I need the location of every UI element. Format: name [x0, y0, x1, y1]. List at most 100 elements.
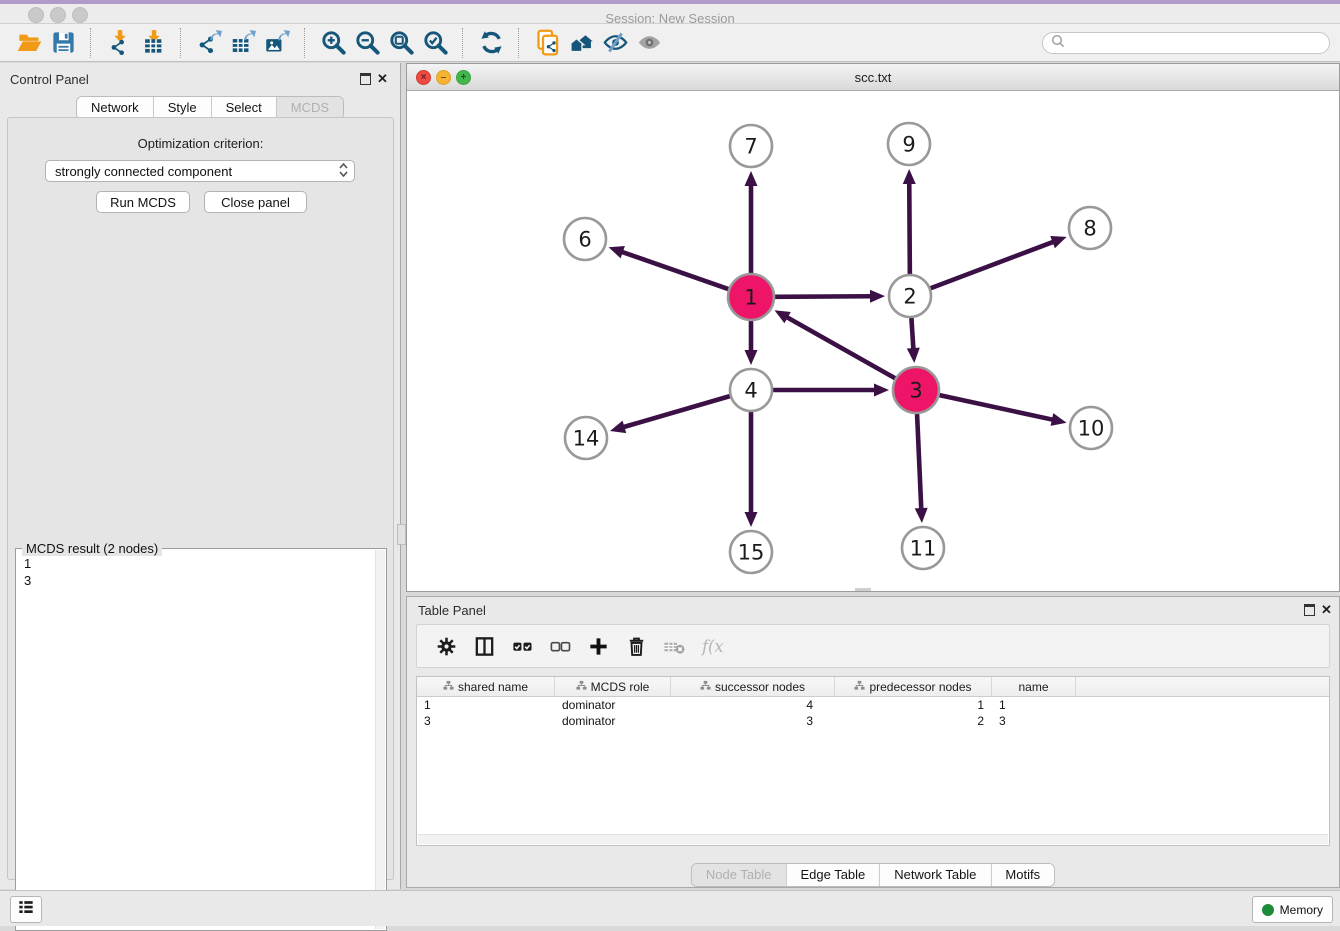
task-history-button[interactable] [10, 896, 42, 923]
table-cell[interactable]: 3 [671, 714, 835, 728]
panel-splitter-handle[interactable] [397, 524, 406, 545]
criterion-select[interactable]: strongly connected component [45, 160, 355, 182]
graph-node-2[interactable]: 2 [889, 275, 931, 317]
tab-motifs[interactable]: Motifs [990, 864, 1054, 886]
mcds-result-title: MCDS result (2 nodes) [22, 541, 162, 556]
table-cell[interactable]: 3 [417, 714, 555, 728]
add-column-icon[interactable] [586, 634, 610, 658]
graph-node-3[interactable]: 3 [893, 367, 939, 413]
graph-edge-1-7[interactable] [745, 171, 758, 273]
column-header-shared-name[interactable]: shared name [417, 677, 555, 696]
column-header-name[interactable]: name [992, 677, 1076, 696]
graph-node-7[interactable]: 7 [730, 125, 772, 167]
column-header-MCDS-role[interactable]: MCDS role [555, 677, 671, 696]
search-box[interactable] [1042, 32, 1330, 54]
tab-network-table[interactable]: Network Table [879, 864, 990, 886]
table-panel-float-icon[interactable] [1304, 604, 1315, 616]
graph-node-11[interactable]: 11 [902, 527, 944, 569]
zoom-selected-icon[interactable] [421, 29, 449, 57]
apply-layout-icon[interactable] [477, 29, 505, 57]
control-panel: Control Panel ✕ NetworkStyleSelectMCDS O… [0, 63, 401, 889]
table-cell[interactable]: 2 [835, 714, 992, 728]
tab-select[interactable]: Select [211, 97, 276, 119]
graph-node-6[interactable]: 6 [564, 218, 606, 260]
graph-edge-4-15[interactable] [745, 412, 758, 527]
graph-node-15[interactable]: 15 [730, 531, 772, 573]
graph-edge-1-4[interactable] [745, 321, 758, 365]
graph-edge-2-3[interactable] [907, 318, 920, 363]
table-row[interactable]: 1dominator411 [417, 697, 1329, 713]
svg-text:11: 11 [910, 537, 937, 561]
zoom-in-icon[interactable] [319, 29, 347, 57]
tab-style[interactable]: Style [153, 97, 211, 119]
graph-edge-3-11[interactable] [915, 414, 928, 523]
column-header-predecessor-nodes[interactable]: predecessor nodes [835, 677, 992, 696]
close-panel-button[interactable]: Close panel [204, 191, 307, 213]
control-panel-title: Control Panel [10, 72, 89, 87]
graph-node-1[interactable]: 1 [728, 274, 774, 320]
column-header-successor-nodes[interactable]: successor nodes [671, 677, 835, 696]
export-image-icon[interactable] [263, 29, 291, 57]
graph-node-14[interactable]: 14 [565, 417, 607, 459]
delete-column-icon[interactable] [624, 634, 648, 658]
tab-node-table[interactable]: Node Table [692, 864, 786, 886]
save-session-icon[interactable] [49, 29, 77, 57]
network-canvas[interactable]: 1 2 3 4 6 7 8 9 10 11 14 15 [407, 90, 1339, 591]
search-input[interactable] [1069, 35, 1329, 51]
tab-network[interactable]: Network [77, 97, 153, 119]
graph-edge-4-14[interactable] [610, 396, 730, 433]
graph-edge-2-9[interactable] [903, 169, 916, 274]
network-view-titlebar[interactable]: × – + scc.txt [407, 64, 1339, 91]
result-scrollbar[interactable] [375, 550, 385, 929]
control-panel-close-icon[interactable]: ✕ [377, 73, 388, 85]
table-header-row: shared nameMCDS rolesuccessor nodesprede… [417, 677, 1329, 697]
graph-edge-1-2[interactable] [775, 290, 885, 303]
table-cell[interactable]: dominator [555, 714, 671, 728]
table-row[interactable]: 3dominator323 [417, 713, 1329, 729]
table-panel-title: Table Panel [418, 603, 486, 618]
table-cell[interactable]: dominator [555, 698, 671, 712]
graph-edge-3-10[interactable] [939, 395, 1066, 426]
table-cell[interactable]: 3 [992, 714, 1076, 728]
first-neighbors-icon[interactable] [567, 29, 595, 57]
tab-edge-table[interactable]: Edge Table [785, 864, 879, 886]
hide-selected-icon[interactable] [601, 29, 629, 57]
open-session-icon[interactable] [15, 29, 43, 57]
svg-text:8: 8 [1083, 217, 1096, 241]
zoom-fit-icon[interactable] [387, 29, 415, 57]
graph-node-9[interactable]: 9 [888, 123, 930, 165]
graph-edge-4-3[interactable] [773, 384, 889, 397]
export-network-icon[interactable] [195, 29, 223, 57]
graph-edge-2-8[interactable] [931, 236, 1067, 288]
split-view-icon[interactable] [472, 634, 496, 658]
export-table-icon[interactable] [229, 29, 257, 57]
deselect-all-columns-icon[interactable] [548, 634, 572, 658]
column-type-icon [854, 680, 865, 694]
table-settings-icon[interactable] [434, 634, 458, 658]
clone-network-icon[interactable] [533, 29, 561, 57]
control-panel-float-icon[interactable] [360, 73, 371, 85]
memory-label: Memory [1280, 903, 1323, 917]
canvas-splitter-handle[interactable] [855, 588, 871, 591]
table-cell[interactable]: 1 [835, 698, 992, 712]
table-cell[interactable]: 1 [992, 698, 1076, 712]
import-network-icon[interactable] [105, 29, 133, 57]
svg-text:1: 1 [744, 286, 757, 310]
graph-edge-1-6[interactable] [609, 246, 729, 289]
graph-node-8[interactable]: 8 [1069, 207, 1111, 249]
tab-mcds[interactable]: MCDS [276, 97, 343, 119]
table-hscrollbar[interactable] [418, 834, 1328, 844]
select-all-columns-icon[interactable] [510, 634, 534, 658]
graph-node-4[interactable]: 4 [730, 369, 772, 411]
table-panel-tabs: Node TableEdge TableNetwork TableMotifs [691, 863, 1055, 887]
import-table-icon[interactable] [139, 29, 167, 57]
zoom-out-icon[interactable] [353, 29, 381, 57]
run-mcds-button[interactable]: Run MCDS [96, 191, 190, 213]
table-cell[interactable]: 1 [417, 698, 555, 712]
table-panel-close-icon[interactable]: ✕ [1321, 604, 1332, 616]
memory-button[interactable]: Memory [1252, 896, 1333, 923]
column-type-icon [576, 680, 587, 694]
graph-edge-3-1[interactable] [775, 310, 896, 378]
graph-node-10[interactable]: 10 [1070, 407, 1112, 449]
table-cell[interactable]: 4 [671, 698, 835, 712]
